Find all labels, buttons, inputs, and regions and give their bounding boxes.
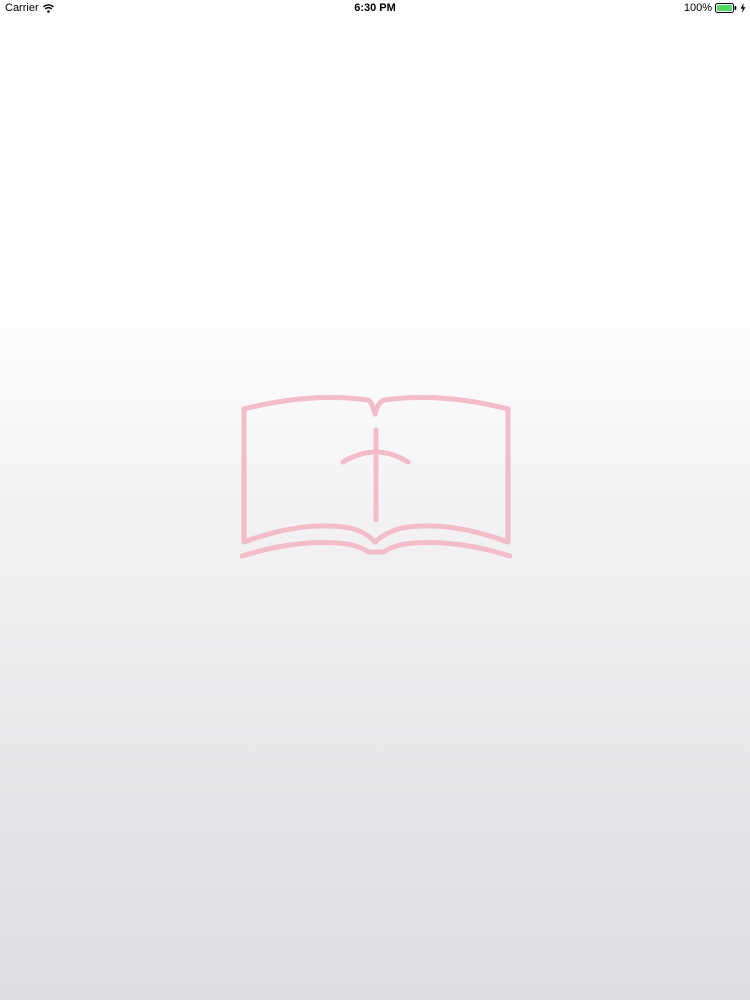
charging-icon bbox=[740, 3, 746, 13]
status-bar: Carrier 6:30 PM 100% bbox=[0, 0, 750, 16]
open-bible-cross-icon bbox=[239, 392, 513, 560]
battery-fill bbox=[717, 5, 732, 11]
battery-percent-label: 100% bbox=[683, 2, 712, 14]
status-right: 100% bbox=[684, 2, 746, 14]
battery-icon bbox=[715, 3, 737, 13]
status-time: 6:30 PM bbox=[354, 2, 396, 14]
